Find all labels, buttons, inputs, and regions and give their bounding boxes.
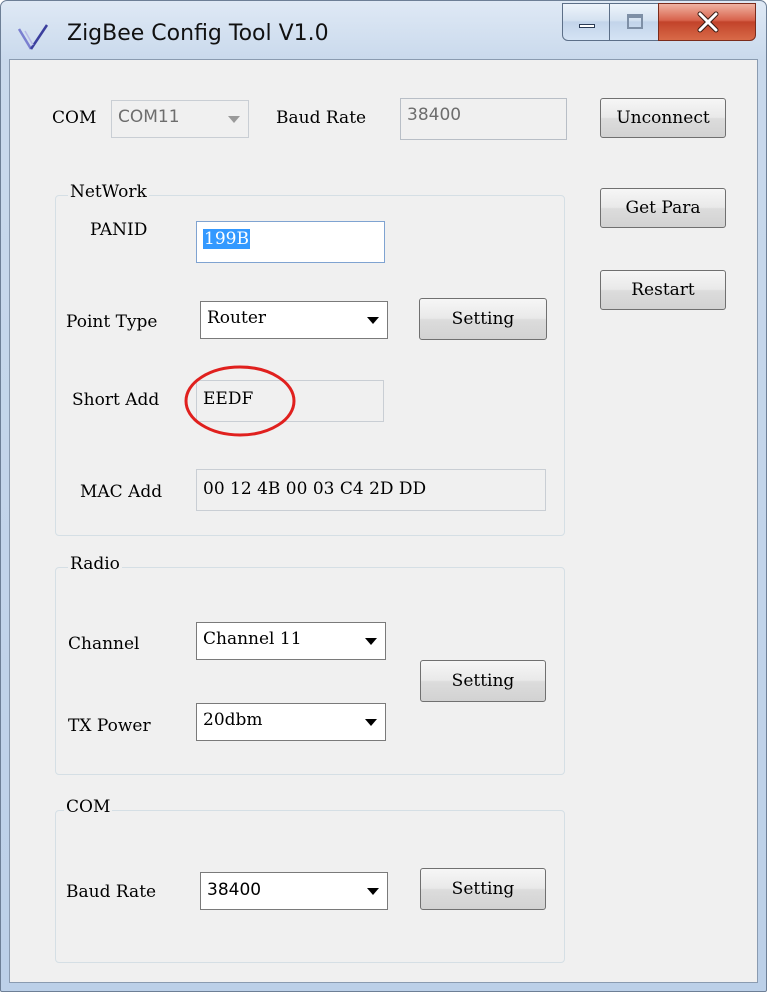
point-type-value: Router bbox=[207, 308, 267, 328]
network-setting-button[interactable]: Setting bbox=[419, 298, 547, 340]
radio-group-title: Radio bbox=[68, 554, 122, 574]
get-para-button[interactable]: Get Para bbox=[600, 188, 726, 228]
point-type-select[interactable]: Router bbox=[200, 301, 388, 339]
mac-add-label: MAC Add bbox=[80, 482, 163, 502]
panid-value: 199B bbox=[203, 229, 250, 249]
close-icon bbox=[697, 11, 719, 33]
maximize-button[interactable] bbox=[609, 3, 659, 41]
window-title: ZigBee Config Tool V1.0 bbox=[67, 21, 329, 46]
red-circle-annotation bbox=[184, 365, 296, 437]
mac-add-field[interactable]: 00 12 4B 00 03 C4 2D DD bbox=[196, 469, 546, 511]
com-port-select[interactable]: COM11 bbox=[111, 100, 249, 138]
channel-label: Channel bbox=[68, 634, 140, 654]
channel-select[interactable]: Channel 11 bbox=[196, 622, 386, 660]
chevron-down-icon bbox=[228, 116, 240, 123]
com-baud-rate-label: Baud Rate bbox=[66, 882, 157, 902]
tx-power-label: TX Power bbox=[68, 716, 151, 736]
baud-rate-label: Baud Rate bbox=[276, 108, 367, 128]
panid-label: PANID bbox=[90, 220, 148, 240]
app-window: ZigBee Config Tool V1.0 COM COM11 Baud R… bbox=[0, 0, 767, 992]
com-baud-rate-value: 38400 bbox=[207, 880, 262, 900]
client-area: COM COM11 Baud Rate 38400 Unconnect Get … bbox=[9, 59, 758, 983]
title-bar[interactable]: ZigBee Config Tool V1.0 bbox=[1, 1, 768, 59]
tx-power-select[interactable]: 20dbm bbox=[196, 703, 386, 741]
close-button[interactable] bbox=[658, 3, 756, 41]
restart-button[interactable]: Restart bbox=[600, 270, 726, 310]
network-group-title: NetWork bbox=[68, 182, 149, 202]
unconnect-button[interactable]: Unconnect bbox=[600, 98, 726, 138]
chevron-down-icon bbox=[365, 638, 377, 645]
point-type-label: Point Type bbox=[66, 312, 158, 332]
chevron-down-icon bbox=[367, 317, 379, 324]
com-setting-button[interactable]: Setting bbox=[420, 868, 546, 910]
com-baud-rate-select[interactable]: 38400 bbox=[200, 872, 388, 910]
com-port-value: COM11 bbox=[118, 107, 180, 127]
chevron-down-icon bbox=[367, 888, 379, 895]
short-add-label: Short Add bbox=[72, 390, 160, 410]
com-group-title: COM bbox=[64, 797, 113, 817]
minimize-icon bbox=[579, 24, 595, 28]
panid-input[interactable]: 199B bbox=[196, 221, 385, 263]
radio-setting-button[interactable]: Setting bbox=[420, 660, 546, 702]
chevron-down-icon bbox=[365, 719, 377, 726]
minimize-button[interactable] bbox=[562, 3, 610, 41]
zigbee-app-icon bbox=[17, 24, 49, 50]
baud-rate-field[interactable]: 38400 bbox=[400, 98, 567, 140]
com-label: COM bbox=[52, 108, 97, 128]
channel-value: Channel 11 bbox=[203, 629, 302, 649]
maximize-icon bbox=[627, 14, 643, 29]
tx-power-value: 20dbm bbox=[203, 710, 263, 730]
